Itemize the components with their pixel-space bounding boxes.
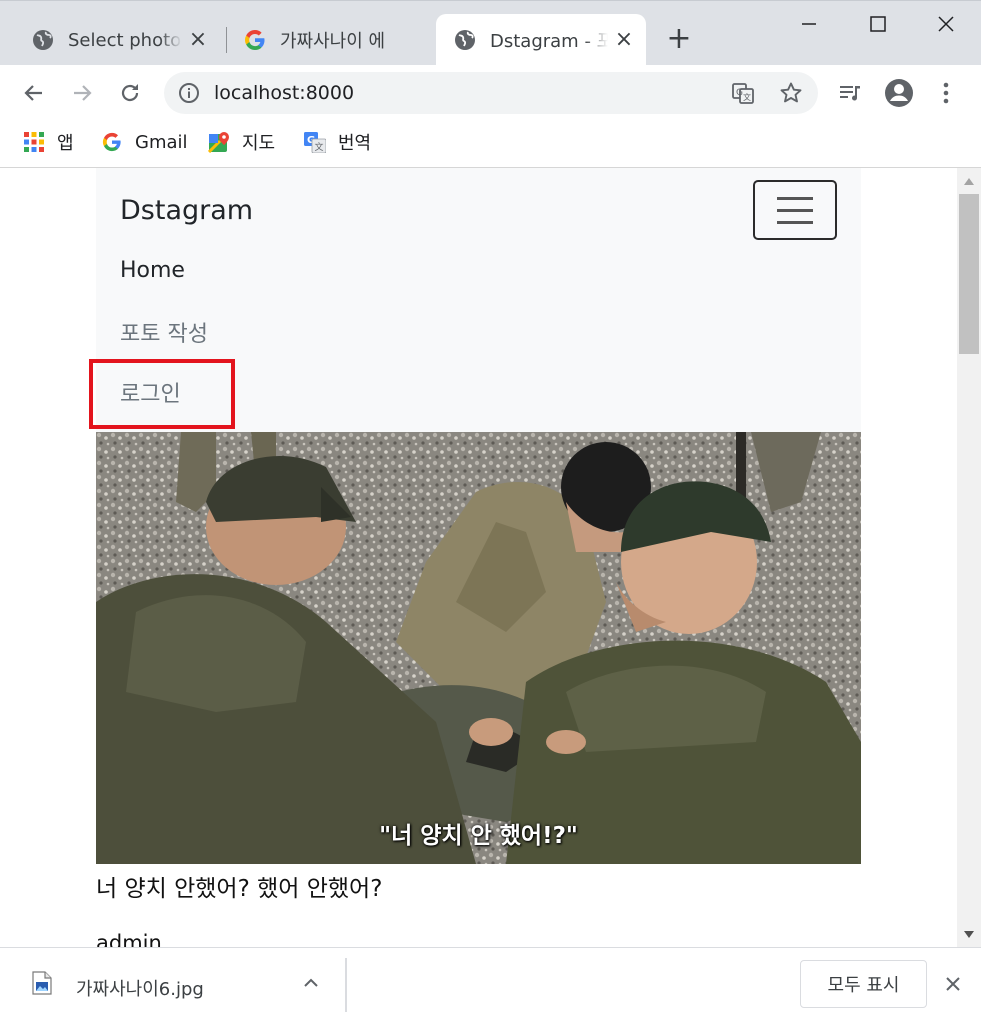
tab-fake-man[interactable]: 가짜사나이 에 (226, 14, 436, 66)
bookmark-label: 앱 (57, 133, 74, 154)
info-icon[interactable] (178, 82, 200, 104)
reload-icon[interactable] (112, 75, 148, 111)
forward-arrow-icon[interactable] (64, 75, 100, 111)
profile-avatar-icon[interactable] (881, 75, 917, 111)
globe-icon (32, 29, 54, 51)
image-subtitle: "너 양치 안 했어!?" (379, 823, 578, 849)
page-scrollbar[interactable] (957, 168, 981, 947)
scrollbar-thumb[interactable] (959, 194, 979, 354)
nav-link-write-photo[interactable]: 포토 작성 (120, 316, 208, 348)
download-file-name: 가짜사나이6.jpg (76, 979, 204, 1000)
globe-icon (454, 29, 476, 51)
menu-kebab-icon[interactable] (928, 75, 964, 111)
navbar-toggler-button[interactable] (753, 180, 837, 240)
chevron-up-icon[interactable] (300, 972, 322, 994)
brand-link[interactable]: Dstagram (120, 195, 253, 226)
google-g-icon (244, 29, 266, 51)
post-author: admin (96, 931, 162, 947)
bookmark-label: 지도 (242, 133, 276, 154)
close-window-icon[interactable] (913, 1, 979, 47)
browser-toolbar: localhost:8000 G文 (0, 65, 981, 121)
tab-dstagram[interactable]: Dstagram - 포 × (436, 14, 646, 66)
address-text: localhost:8000 (214, 82, 355, 104)
bookmark-label: Gmail (135, 131, 188, 153)
bookmark-gmail[interactable]: Gmail (101, 127, 188, 157)
svg-text:G: G (736, 88, 743, 98)
new-tab-button[interactable]: + (664, 24, 694, 55)
svg-text:文: 文 (743, 92, 751, 102)
shelf-divider (345, 958, 347, 1012)
bookmark-label: 번역 (338, 133, 372, 154)
translate-page-icon[interactable]: G文 (730, 80, 756, 106)
google-g-icon (101, 131, 123, 153)
tab-title: Dstagram - 포 (490, 31, 608, 52)
tab-strip: Select photo t × 가짜사나이 에 Dstagram - 포 × … (0, 0, 981, 66)
highlight-box (89, 359, 235, 429)
bookmark-star-icon[interactable] (778, 80, 804, 106)
hamburger-line (777, 209, 813, 212)
download-shelf: 가짜사나이6.jpg 모두 표시 (0, 947, 981, 1020)
post-photo-illustration (96, 432, 861, 864)
image-file-icon (32, 971, 52, 995)
tab-select-photo[interactable]: Select photo t × (14, 14, 220, 66)
scroll-down-arrow-icon[interactable] (964, 931, 974, 938)
hamburger-line (777, 197, 813, 200)
close-icon[interactable] (942, 973, 964, 995)
maps-pin-icon (208, 131, 230, 153)
address-bar[interactable]: localhost:8000 G文 (164, 72, 818, 114)
close-tab-icon[interactable]: × (188, 29, 208, 51)
translate-icon: G文 (304, 131, 326, 153)
svg-text:文: 文 (315, 141, 324, 153)
tab-title: 가짜사나이 에 (280, 31, 386, 52)
close-tab-icon[interactable]: × (614, 29, 634, 51)
back-arrow-icon[interactable] (16, 75, 52, 111)
site-navbar: Dstagram Home 포토 작성 로그인 (89, 168, 861, 432)
bookmark-maps[interactable]: 지도 (208, 127, 275, 157)
bookmark-translate[interactable]: G文 번역 (304, 127, 371, 157)
nav-link-home[interactable]: Home (120, 258, 185, 283)
apps-grid-icon (23, 131, 45, 153)
maximize-icon[interactable] (845, 1, 911, 47)
media-control-icon[interactable] (832, 75, 868, 111)
post-caption: 너 양치 안했어? 했어 안했어? (96, 876, 383, 902)
page-viewport: Dstagram Home 포토 작성 로그인 "너 양치 안 했어!?" 너 … (0, 168, 957, 947)
show-all-downloads-button[interactable]: 모두 표시 (800, 960, 927, 1008)
bookmark-apps[interactable]: 앱 (23, 127, 74, 157)
minimize-icon[interactable] (776, 1, 842, 47)
scroll-up-arrow-icon[interactable] (964, 178, 974, 185)
hamburger-line (777, 221, 813, 224)
download-item[interactable]: 가짜사나이6.jpg (0, 948, 345, 1020)
post-image: "너 양치 안 했어!?" (96, 432, 861, 864)
bookmarks-bar: 앱 Gmail 지도 G文 번역 (0, 121, 981, 168)
tab-title: Select photo t (68, 29, 182, 51)
